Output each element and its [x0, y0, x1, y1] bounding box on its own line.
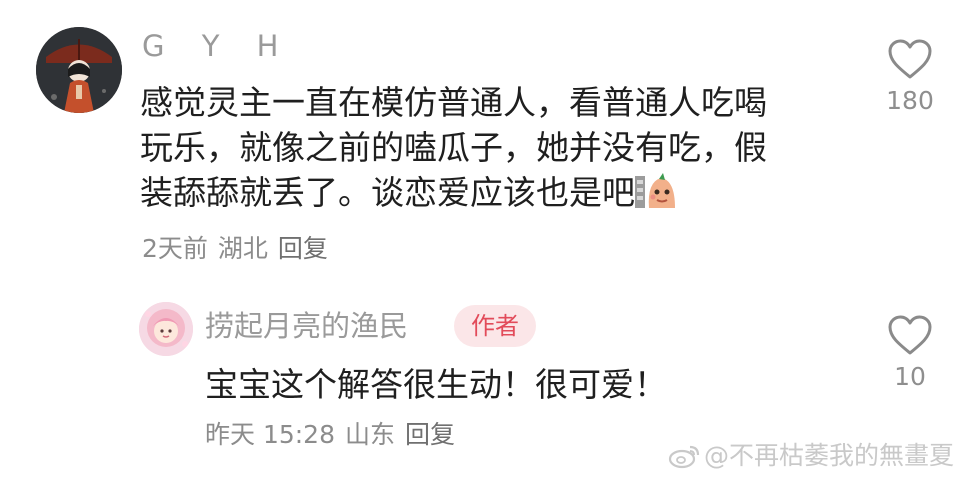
reply-meta: 昨天 15:28 山东 回复	[205, 418, 465, 452]
comment-time: 2天前	[142, 234, 208, 263]
reply-time: 昨天 15:28	[205, 420, 335, 449]
comment-text-fragment: 装舔舔就丢了。谈恋爱应该也是吧	[140, 173, 635, 212]
commenter-username[interactable]: G Y H	[142, 26, 292, 66]
heart-icon[interactable]	[870, 314, 950, 356]
comment-text: 感觉灵主一直在模仿普通人，看普通人吃喝 玩乐，就像之前的嗑瓜子，她并没有吃，假 …	[140, 80, 840, 215]
author-badge: 作者	[454, 305, 536, 347]
comment-text-line: 感觉灵主一直在模仿普通人，看普通人吃喝	[140, 83, 767, 122]
reply-like-button[interactable]: 10	[870, 314, 950, 392]
comment-reply-button[interactable]: 回复	[278, 234, 328, 263]
heart-icon[interactable]	[870, 38, 950, 80]
avatar-illustration	[36, 27, 122, 113]
reply-username[interactable]: 捞起月亮的渔民	[205, 306, 408, 346]
watermark: @不再枯萎我的無畫夏	[668, 440, 954, 477]
reply-avatar[interactable]	[139, 302, 193, 356]
comment-text-line: 玩乐，就像之前的嗑瓜子，她并没有吃，假	[140, 128, 767, 167]
weibo-icon	[668, 443, 702, 477]
watermark-text: @不再枯萎我的無畫夏	[704, 441, 955, 470]
commenter-avatar[interactable]	[36, 27, 122, 113]
reply-location: 山东	[345, 420, 396, 449]
avatar-illustration	[139, 302, 193, 356]
comment-like-count: 180	[886, 86, 934, 115]
comment-like-button[interactable]: 180	[870, 38, 950, 116]
comment-location: 湖北	[217, 234, 268, 263]
reply-reply-button[interactable]: 回复	[405, 420, 455, 449]
reply-like-count: 10	[894, 362, 926, 391]
comment-text-line-last: 装舔舔就丢了。谈恋爱应该也是吧	[140, 170, 840, 215]
reply-text: 宝宝这个解答很生动！很可爱！	[205, 365, 667, 404]
sweating-sausage-emoji-icon	[635, 172, 679, 212]
comment-meta: 2天前 湖北 回复	[142, 232, 338, 266]
